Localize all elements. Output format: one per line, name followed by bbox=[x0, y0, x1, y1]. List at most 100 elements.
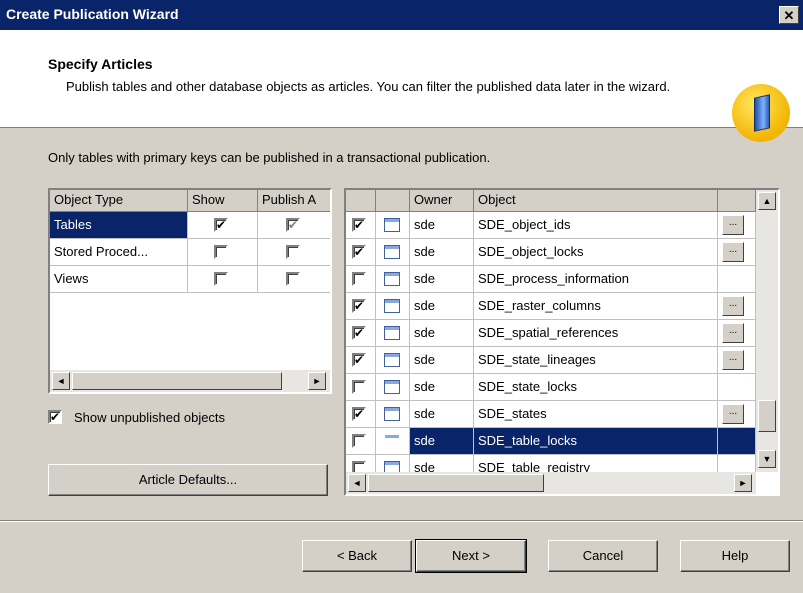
object-row[interactable]: ✔ sde SDE_spatial_references... bbox=[346, 320, 756, 347]
table-icon bbox=[384, 434, 400, 448]
publish-cell bbox=[346, 266, 376, 293]
cancel-button[interactable]: Cancel bbox=[548, 540, 658, 572]
scroll-thumb[interactable] bbox=[758, 400, 776, 432]
column-show[interactable]: Show bbox=[188, 190, 258, 212]
properties-cell: ... bbox=[718, 212, 756, 239]
object-name-cell: SDE_spatial_references bbox=[474, 320, 718, 347]
scroll-left-button[interactable]: ◄ bbox=[52, 372, 70, 390]
scroll-up-button[interactable]: ▲ bbox=[758, 192, 776, 210]
scroll-down-button[interactable]: ▼ bbox=[758, 450, 776, 468]
object-row[interactable]: ✔ sde SDE_raster_columns... bbox=[346, 293, 756, 320]
publish-checkbox[interactable] bbox=[352, 380, 366, 394]
table-icon bbox=[384, 407, 400, 421]
article-properties-button[interactable]: ... bbox=[722, 242, 744, 262]
page-description: Publish tables and other database object… bbox=[66, 79, 671, 94]
properties-cell: ... bbox=[718, 401, 756, 428]
next-button[interactable]: Next > bbox=[415, 539, 527, 573]
publish-all-cell bbox=[258, 239, 330, 266]
objects-hscrollbar[interactable]: ◄ ► bbox=[346, 472, 756, 494]
scroll-left-button[interactable]: ◄ bbox=[348, 474, 366, 492]
publish-cell bbox=[346, 374, 376, 401]
objects-vscrollbar[interactable]: ▲ ▼ bbox=[756, 190, 778, 472]
publish-cell: ✔ bbox=[346, 347, 376, 374]
properties-cell bbox=[718, 374, 756, 401]
show-unpublished-label[interactable]: Show unpublished objects bbox=[74, 410, 225, 425]
object-row[interactable]: ✔ sde SDE_object_locks... bbox=[346, 239, 756, 266]
icon-cell bbox=[376, 428, 410, 455]
publish-checkbox[interactable]: ✔ bbox=[352, 245, 366, 259]
article-defaults-button[interactable]: Article Defaults... bbox=[48, 464, 328, 496]
publish-checkbox[interactable]: ✔ bbox=[352, 218, 366, 232]
object-type-row[interactable]: Stored Proced... bbox=[50, 239, 330, 266]
primary-key-hint: Only tables with primary keys can be pub… bbox=[48, 150, 491, 165]
object-type-row[interactable]: Views bbox=[50, 266, 330, 293]
table-icon bbox=[384, 245, 400, 259]
owner-cell: sde bbox=[410, 428, 474, 455]
show-unpublished-checkbox[interactable]: ✔ bbox=[48, 410, 62, 424]
scroll-right-button[interactable]: ► bbox=[308, 372, 326, 390]
article-properties-button[interactable]: ... bbox=[722, 404, 744, 424]
show-checkbox[interactable] bbox=[214, 245, 228, 259]
scroll-right-button[interactable]: ► bbox=[734, 474, 752, 492]
help-button[interactable]: Help bbox=[680, 540, 790, 572]
title-bar: Create Publication Wizard ✕ bbox=[0, 0, 803, 30]
publish-checkbox[interactable]: ✔ bbox=[352, 353, 366, 367]
owner-cell: sde bbox=[410, 374, 474, 401]
article-properties-button[interactable]: ... bbox=[722, 215, 744, 235]
table-icon bbox=[384, 380, 400, 394]
object-row[interactable]: ✔ sde SDE_object_ids... bbox=[346, 212, 756, 239]
page-title: Specify Articles bbox=[48, 56, 153, 72]
object-row[interactable]: sde SDE_table_locks bbox=[346, 428, 756, 455]
publish-checkbox[interactable]: ✔ bbox=[352, 299, 366, 313]
publish-cell: ✔ bbox=[346, 239, 376, 266]
object-row[interactable]: ✔ sde SDE_states... bbox=[346, 401, 756, 428]
close-button[interactable]: ✕ bbox=[779, 6, 799, 24]
column-publish-all[interactable]: Publish A bbox=[258, 190, 330, 212]
properties-cell: ... bbox=[718, 239, 756, 266]
table-icon bbox=[384, 299, 400, 313]
icon-cell bbox=[376, 293, 410, 320]
publish-all-checkbox[interactable] bbox=[286, 272, 300, 286]
object-name-cell: SDE_raster_columns bbox=[474, 293, 718, 320]
publish-cell: ✔ bbox=[346, 293, 376, 320]
object-row[interactable]: sde SDE_state_locks bbox=[346, 374, 756, 401]
scroll-thumb[interactable] bbox=[368, 474, 544, 492]
back-button[interactable]: < Back bbox=[302, 540, 412, 572]
article-properties-button[interactable]: ... bbox=[722, 296, 744, 316]
column-object-type[interactable]: Object Type bbox=[50, 190, 188, 212]
article-properties-button[interactable]: ... bbox=[722, 323, 744, 343]
table-icon bbox=[384, 218, 400, 232]
properties-cell: ... bbox=[718, 293, 756, 320]
publish-all-checkbox[interactable] bbox=[286, 245, 300, 259]
publish-cell: ✔ bbox=[346, 212, 376, 239]
object-type-grid[interactable]: Object Type Show Publish A Tables ✔ ✔ Store… bbox=[48, 188, 332, 394]
publish-checkbox[interactable]: ✔ bbox=[352, 407, 366, 421]
wizard-header: Specify Articles Publish tables and othe… bbox=[0, 30, 803, 142]
object-row[interactable]: sde SDE_process_information bbox=[346, 266, 756, 293]
show-checkbox[interactable]: ✔ bbox=[214, 218, 228, 232]
publish-checkbox[interactable] bbox=[352, 272, 366, 286]
table-icon bbox=[384, 353, 400, 367]
publish-checkbox[interactable] bbox=[352, 434, 366, 448]
icon-cell bbox=[376, 212, 410, 239]
object-row[interactable]: ✔ sde SDE_state_lineages... bbox=[346, 347, 756, 374]
owner-cell: sde bbox=[410, 212, 474, 239]
icon-cell bbox=[376, 320, 410, 347]
scroll-thumb[interactable] bbox=[72, 372, 282, 390]
column-publish[interactable] bbox=[346, 190, 376, 212]
show-checkbox[interactable] bbox=[214, 272, 228, 286]
object-name-cell: SDE_object_locks bbox=[474, 239, 718, 266]
article-properties-button[interactable]: ... bbox=[722, 350, 744, 370]
objects-grid[interactable]: Owner Object ✔ sde SDE_object_ids... ✔ sde SD… bbox=[344, 188, 780, 496]
owner-cell: sde bbox=[410, 266, 474, 293]
object-type-hscrollbar[interactable]: ◄ ► bbox=[50, 370, 330, 392]
object-type-name: Stored Proced... bbox=[50, 239, 188, 266]
column-object[interactable]: Object bbox=[474, 190, 718, 212]
column-owner[interactable]: Owner bbox=[410, 190, 474, 212]
column-icon[interactable] bbox=[376, 190, 410, 212]
object-type-row[interactable]: Tables ✔ ✔ bbox=[50, 212, 330, 239]
publish-checkbox[interactable]: ✔ bbox=[352, 326, 366, 340]
publish-all-checkbox[interactable]: ✔ bbox=[286, 218, 300, 232]
column-properties[interactable] bbox=[718, 190, 756, 212]
close-icon: ✕ bbox=[783, 8, 795, 23]
